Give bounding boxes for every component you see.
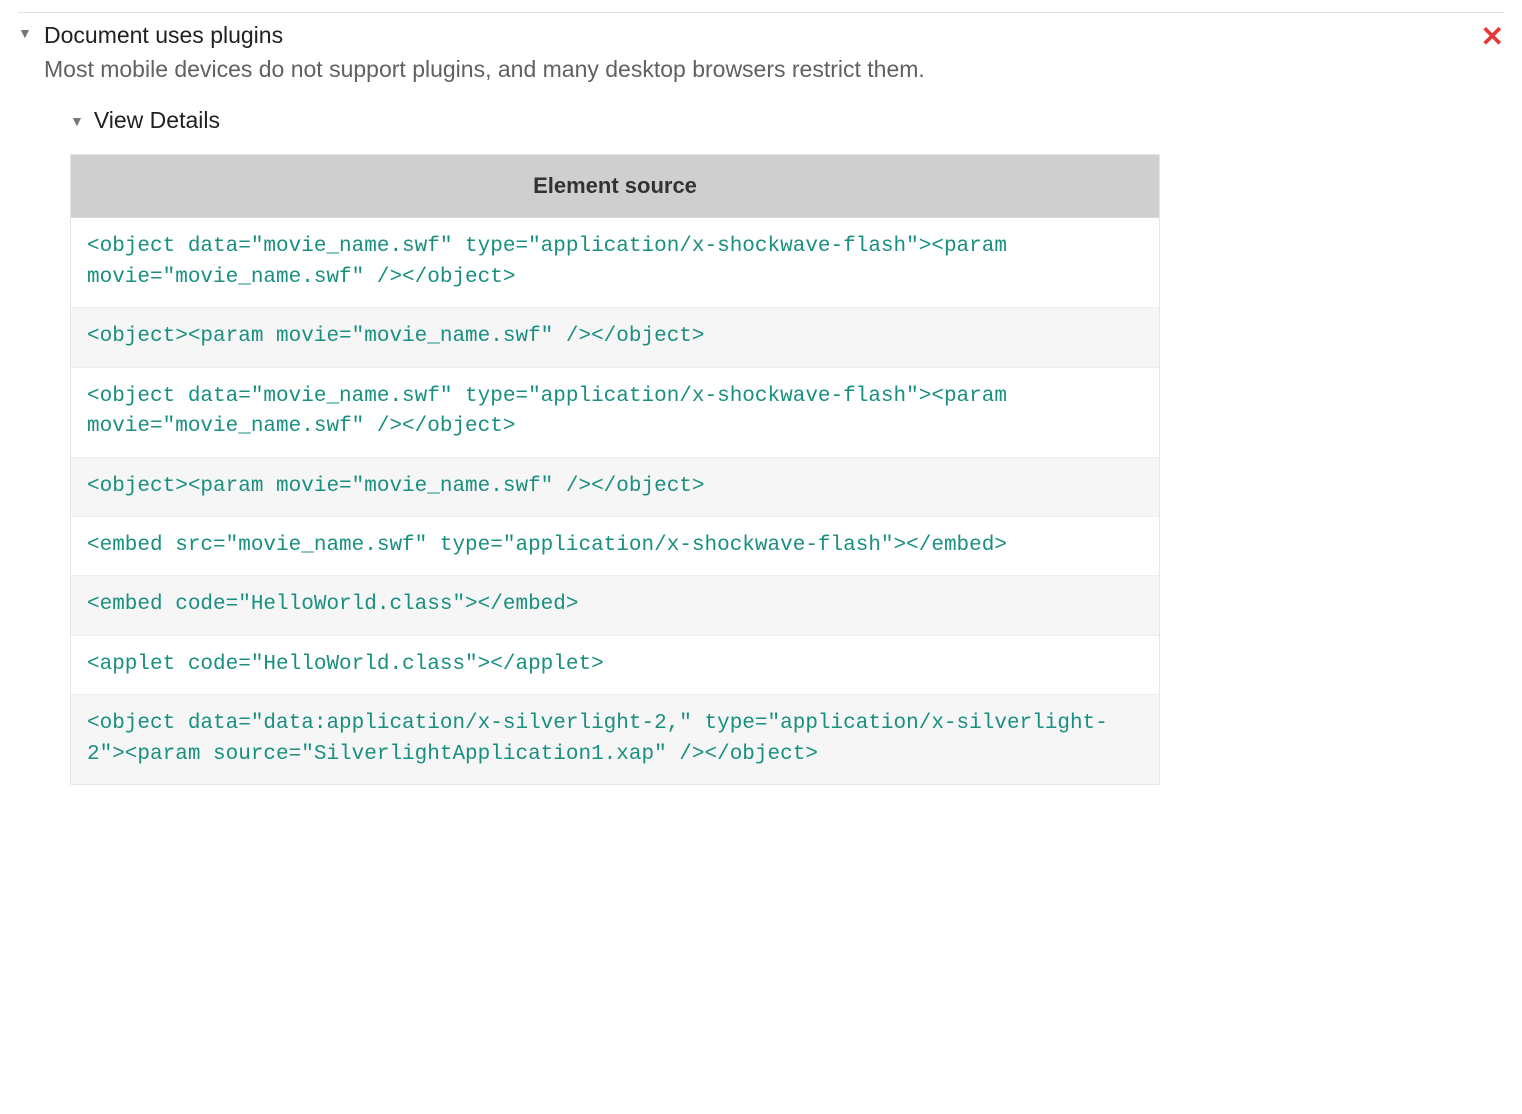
table-row: <object data="data:application/x-silverl… <box>71 694 1159 784</box>
audit-item: ▼ Document uses plugins Most mobile devi… <box>18 19 1504 785</box>
table-header: Element source <box>71 155 1159 218</box>
table-row: <object data="movie_name.swf" type="appl… <box>71 218 1159 307</box>
collapse-toggle-icon[interactable]: ▼ <box>18 26 32 40</box>
audit-title: Document uses plugins <box>44 19 1460 51</box>
element-source-table: Element source <object data="movie_name.… <box>70 154 1160 785</box>
fail-status-icon: ✕ <box>1481 23 1504 51</box>
table-row: <object data="movie_name.swf" type="appl… <box>71 367 1159 457</box>
audit-description: Most mobile devices do not support plugi… <box>44 53 1460 85</box>
table-row: <object><param movie="movie_name.swf" />… <box>71 307 1159 366</box>
view-details-toggle[interactable]: ▼ View Details <box>70 107 1460 134</box>
table-row: <applet code="HelloWorld.class"></applet… <box>71 635 1159 694</box>
table-row: <embed code="HelloWorld.class"></embed> <box>71 575 1159 634</box>
table-row: <embed src="movie_name.swf" type="applic… <box>71 516 1159 575</box>
section-divider <box>18 12 1504 13</box>
view-details-label: View Details <box>94 107 220 134</box>
table-row: <object><param movie="movie_name.swf" />… <box>71 457 1159 516</box>
chevron-down-icon: ▼ <box>70 114 84 128</box>
